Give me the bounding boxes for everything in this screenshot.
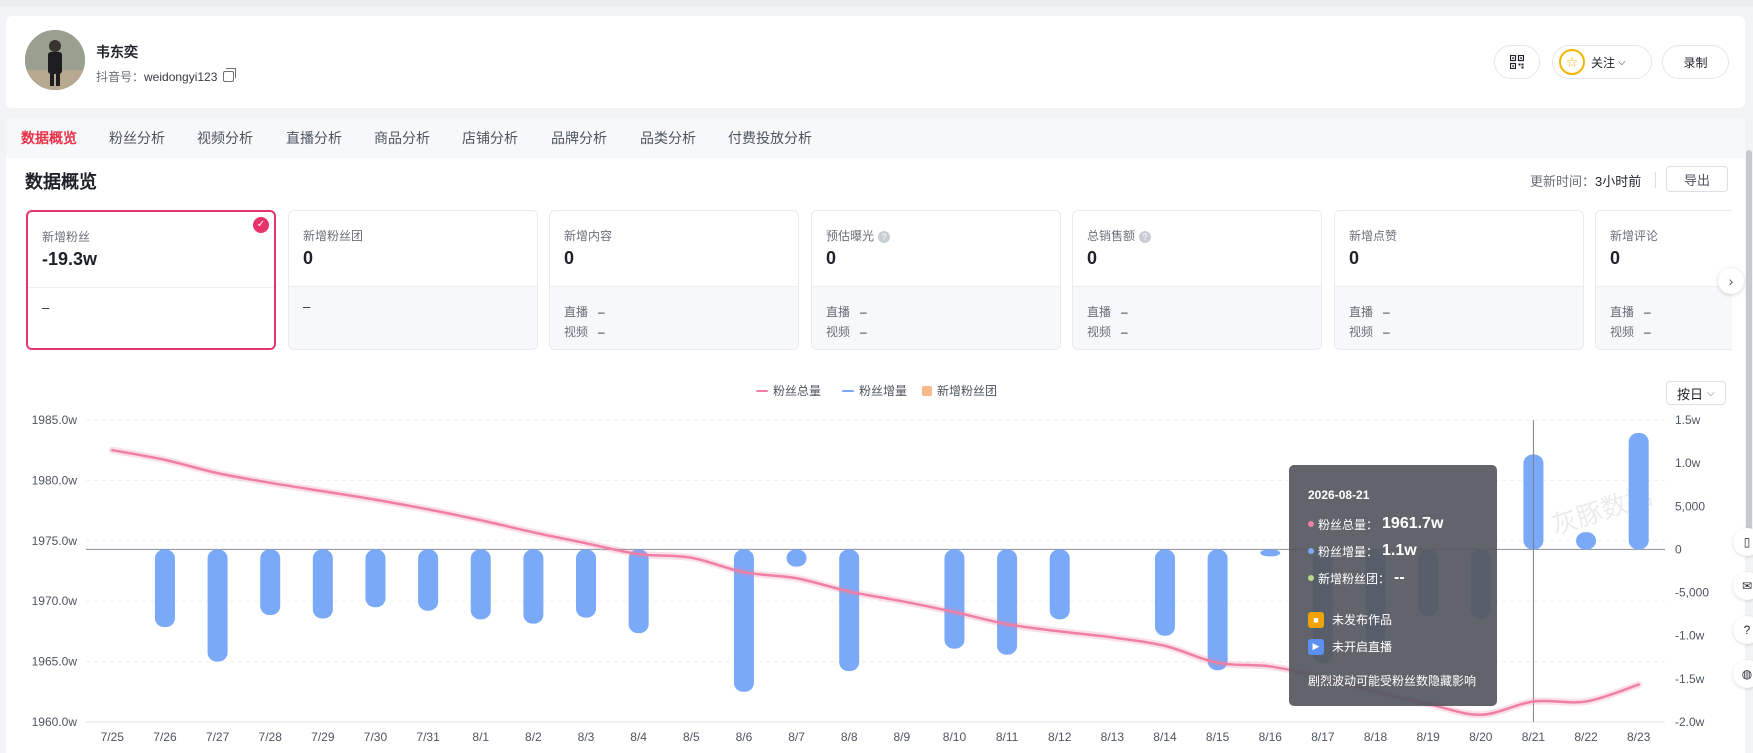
live-play-icon: ▶	[1308, 638, 1324, 655]
x-tick-label: 8/18	[1364, 730, 1388, 744]
x-tick-label: 8/1	[472, 730, 489, 744]
x-tick-label: 7/30	[364, 730, 388, 744]
y-left-tick-label: 1980.0w	[32, 473, 78, 487]
y-left-tick-label: 1970.0w	[32, 594, 78, 608]
x-tick-label: 8/11	[996, 730, 1019, 744]
y-right-tick-label: 0	[1675, 542, 1682, 556]
bar-fans-increment	[1576, 532, 1597, 550]
bar-fans-increment	[1207, 549, 1228, 671]
x-tick-label: 8/8	[841, 730, 858, 744]
x-tick-label: 8/13	[1101, 730, 1125, 744]
bar-fans-increment	[260, 549, 281, 616]
x-tick-label: 8/6	[736, 730, 753, 744]
y-left-tick-label: 1975.0w	[32, 534, 78, 548]
x-tick-label: 8/23	[1627, 730, 1651, 744]
y-right-tick-label: -2.0w	[1675, 715, 1705, 729]
y-left-tick-label: 1965.0w	[32, 655, 78, 669]
tooltip-increment-row: 粉丝增量： 1.1w	[1308, 542, 1417, 560]
bar-fans-increment	[470, 549, 491, 620]
phone-icon[interactable]: ▯	[1733, 528, 1753, 556]
chart-tooltip: 2026-08-21 粉丝总量： 1961.7w 粉丝增量： 1.1w 新增粉丝团：…	[1289, 465, 1497, 706]
x-tick-label: 8/5	[683, 730, 700, 744]
y-right-tick-label: 1.0w	[1675, 456, 1701, 470]
bar-fans-increment	[523, 549, 544, 624]
x-tick-label: 8/15	[1206, 730, 1230, 744]
video-camera-icon: ■	[1308, 611, 1324, 628]
y-right-tick-label: -1.5w	[1675, 672, 1705, 686]
bar-fans-increment	[1154, 549, 1175, 636]
bar-fans-increment	[576, 549, 597, 618]
x-tick-label: 7/28	[259, 730, 283, 744]
x-tick-label: 8/3	[578, 730, 595, 744]
bar-fans-increment	[944, 549, 965, 649]
x-tick-label: 7/26	[153, 730, 177, 744]
x-tick-label: 8/9	[893, 730, 910, 744]
tooltip-fanclub-row: 新增粉丝团： --	[1308, 569, 1405, 587]
bar-fans-increment	[628, 549, 649, 634]
bar-fans-increment	[1260, 549, 1281, 557]
x-tick-label: 8/10	[943, 730, 967, 744]
x-tick-label: 8/20	[1469, 730, 1493, 744]
tooltip-no-video-row: ■ 未发布作品	[1308, 611, 1392, 628]
x-tick-label: 7/31	[416, 730, 440, 744]
x-tick-label: 7/25	[101, 730, 125, 744]
y-right-tick-label: 1.5w	[1675, 413, 1701, 427]
bar-fans-increment	[154, 549, 175, 628]
tooltip-no-live-row: ▶ 未开启直播	[1308, 638, 1392, 655]
x-tick-label: 8/17	[1311, 730, 1335, 744]
x-tick-label: 8/19	[1416, 730, 1440, 744]
help-icon[interactable]: ?	[1733, 616, 1753, 644]
x-tick-label: 8/21	[1522, 730, 1546, 744]
x-tick-label: 7/27	[206, 730, 230, 744]
tooltip-total-row: 粉丝总量： 1961.7w	[1308, 515, 1443, 533]
tooltip-note: 剧烈波动可能受粉丝数隐藏影响	[1308, 674, 1477, 688]
wechat-icon[interactable]: ◍	[1733, 660, 1753, 688]
bar-fans-increment	[312, 549, 333, 619]
x-tick-label: 8/12	[1048, 730, 1072, 744]
bar-fans-increment	[839, 549, 860, 672]
y-right-tick-label: -5,000	[1675, 586, 1709, 600]
x-tick-label: 8/14	[1153, 730, 1177, 744]
x-tick-label: 7/29	[311, 730, 335, 744]
y-left-tick-label: 1985.0w	[32, 413, 78, 427]
bar-fans-increment	[207, 549, 228, 662]
y-right-tick-label: 5,000	[1675, 499, 1705, 513]
bar-fans-increment	[365, 549, 386, 608]
mail-icon[interactable]: ✉	[1733, 572, 1753, 600]
y-right-tick-label: -1.0w	[1675, 629, 1705, 643]
y-left-tick-label: 1960.0w	[32, 715, 78, 729]
scrollbar-thumb[interactable]	[1746, 150, 1752, 530]
x-tick-label: 8/22	[1574, 730, 1598, 744]
bar-fans-increment	[786, 549, 807, 567]
x-tick-label: 8/4	[630, 730, 647, 744]
tooltip-date: 2026-08-21	[1308, 488, 1370, 502]
x-tick-label: 8/2	[525, 730, 542, 744]
x-tick-label: 8/16	[1259, 730, 1283, 744]
bar-fans-increment	[997, 549, 1018, 655]
x-tick-label: 8/7	[788, 730, 805, 744]
bar-fans-increment	[1049, 549, 1070, 620]
bar-fans-increment	[1628, 432, 1649, 550]
bar-fans-increment	[418, 549, 439, 611]
